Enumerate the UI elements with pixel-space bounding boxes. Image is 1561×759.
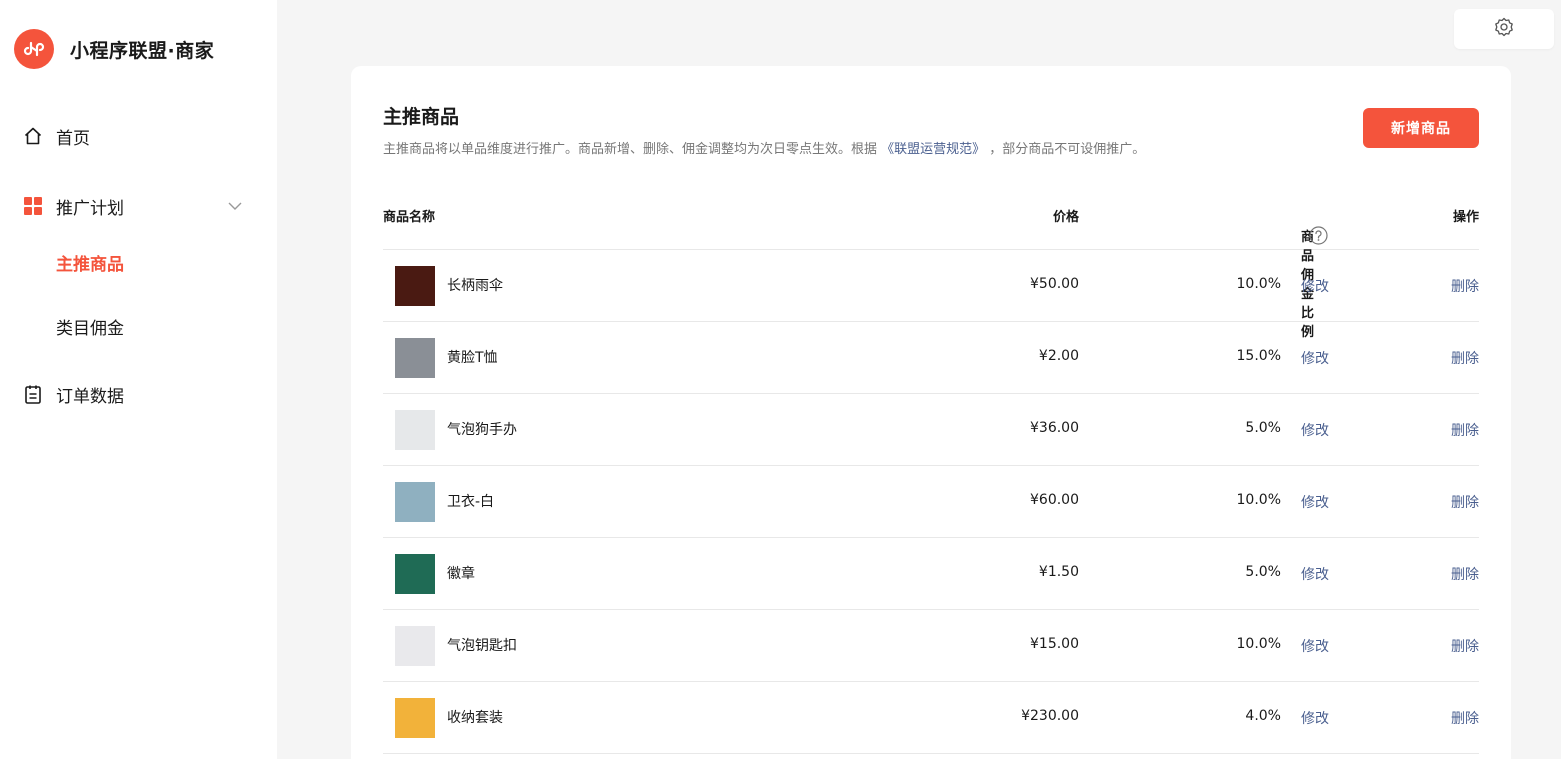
column-product-name: 商品名称 <box>383 210 436 225</box>
sidebar-item-label: 首页 <box>56 128 90 149</box>
sidebar: 小程序联盟·商家 首页 推广计划 主推商品 类目佣金 订单数据 <box>0 0 277 759</box>
commission-rate: 5.0% <box>1245 420 1281 436</box>
delete-product-button[interactable]: 删除 <box>1451 420 1479 440</box>
product-price: ¥50.00 <box>1030 276 1079 292</box>
product-price: ¥60.00 <box>1030 492 1079 508</box>
commission-rate: 5.0% <box>1245 564 1281 580</box>
sidebar-item-category-commission[interactable]: 类目佣金 <box>56 315 124 343</box>
brand[interactable]: 小程序联盟·商家 <box>14 29 214 69</box>
add-product-button[interactable]: 新增商品 <box>1363 108 1479 148</box>
product-name: 长柄雨伞 <box>447 278 503 294</box>
column-price: 价格 <box>1052 210 1079 225</box>
commission-rate: 10.0% <box>1236 492 1281 508</box>
delete-product-button[interactable]: 删除 <box>1451 564 1479 584</box>
sidebar-item-label: 推广计划 <box>56 198 124 219</box>
product-price: ¥2.00 <box>1038 348 1079 364</box>
product-thumbnail[interactable] <box>395 626 435 666</box>
edit-commission-button[interactable]: 修改 <box>1301 420 1329 440</box>
grid-icon <box>22 195 44 217</box>
edit-commission-button[interactable]: 修改 <box>1301 564 1329 584</box>
table-row: 气泡钥匙扣 ¥15.00 10.0% 修改 删除 <box>383 610 1479 682</box>
desc-text-tail: ，部分商品不可设佣推广。 <box>985 142 1146 157</box>
sidebar-item-label: 订单数据 <box>56 386 124 407</box>
product-price: ¥230.00 <box>1021 708 1079 724</box>
settings-button[interactable] <box>1454 9 1554 49</box>
commission-rate: 4.0% <box>1245 708 1281 724</box>
featured-products-card: 主推商品 主推商品将以单品维度进行推广。商品新增、删除、佣金调整均为次日零点生效… <box>351 66 1511 759</box>
delete-product-button[interactable]: 删除 <box>1451 348 1479 368</box>
table-row: 卫衣-白 ¥60.00 10.0% 修改 删除 <box>383 466 1479 538</box>
product-price: ¥36.00 <box>1030 420 1079 436</box>
page-description: 主推商品将以单品维度进行推广。商品新增、删除、佣金调整均为次日零点生效。根据 《… <box>383 138 1145 157</box>
sidebar-item-featured-products[interactable]: 主推商品 <box>56 251 124 279</box>
delete-product-button[interactable]: 删除 <box>1451 636 1479 656</box>
commission-rate: 15.0% <box>1236 348 1281 364</box>
delete-product-button[interactable]: 删除 <box>1451 708 1479 728</box>
table-header: 商品名称 价格 商品佣金比例 操作 <box>383 186 1479 340</box>
product-price: ¥15.00 <box>1030 636 1079 652</box>
table-row: 黄脸T恤 ¥2.00 15.0% 修改 删除 <box>383 322 1479 394</box>
edit-commission-button[interactable]: 修改 <box>1301 636 1329 656</box>
product-thumbnail[interactable] <box>395 338 435 378</box>
product-thumbnail[interactable] <box>395 266 435 306</box>
edit-commission-button[interactable]: 修改 <box>1301 492 1329 512</box>
table-row: 气泡狗手办 ¥36.00 5.0% 修改 删除 <box>383 394 1479 466</box>
product-thumbnail[interactable] <box>395 698 435 738</box>
product-thumbnail[interactable] <box>395 482 435 522</box>
edit-commission-button[interactable]: 修改 <box>1301 276 1329 296</box>
chevron-down-icon[interactable] <box>226 197 244 215</box>
page-title: 主推商品 <box>383 106 460 128</box>
edit-commission-button[interactable]: 修改 <box>1301 348 1329 368</box>
desc-text: 主推商品将以单品维度进行推广。商品新增、删除、佣金调整均为次日零点生效。根据 <box>383 142 882 157</box>
product-price: ¥1.50 <box>1038 564 1079 580</box>
commission-rate: 10.0% <box>1236 636 1281 652</box>
app-name: 小程序联盟·商家 <box>70 39 215 62</box>
product-name: 气泡钥匙扣 <box>447 638 517 654</box>
sidebar-item-home[interactable]: 首页 <box>22 122 90 150</box>
product-name: 收纳套装 <box>447 710 503 726</box>
product-thumbnail[interactable] <box>395 554 435 594</box>
column-action: 操作 <box>1452 210 1479 225</box>
operation-rules-link[interactable]: 《联盟运营规范》 <box>881 142 985 157</box>
table-row: 徽章 ¥1.50 5.0% 修改 删除 <box>383 538 1479 610</box>
delete-product-button[interactable]: 删除 <box>1451 276 1479 296</box>
sidebar-item-promotion-plan[interactable]: 推广计划 <box>22 192 124 220</box>
product-thumbnail[interactable] <box>395 410 435 450</box>
edit-commission-button[interactable]: 修改 <box>1301 708 1329 728</box>
commission-rate: 10.0% <box>1236 276 1281 292</box>
product-name: 卫衣-白 <box>447 494 495 510</box>
product-name: 气泡狗手办 <box>447 422 517 438</box>
help-icon[interactable] <box>1309 226 1328 245</box>
home-icon <box>22 125 44 147</box>
sidebar-item-order-data[interactable]: 订单数据 <box>22 380 124 408</box>
link-icon <box>14 29 54 69</box>
delete-product-button[interactable]: 删除 <box>1451 492 1479 512</box>
clipboard-icon <box>22 383 44 405</box>
product-name: 徽章 <box>447 566 475 582</box>
gear-icon <box>1494 17 1514 41</box>
table-row: 长柄雨伞 ¥50.00 10.0% 修改 删除 <box>383 250 1479 322</box>
product-name: 黄脸T恤 <box>447 350 498 366</box>
table-row: 收纳套装 ¥230.00 4.0% 修改 删除 <box>383 682 1479 754</box>
